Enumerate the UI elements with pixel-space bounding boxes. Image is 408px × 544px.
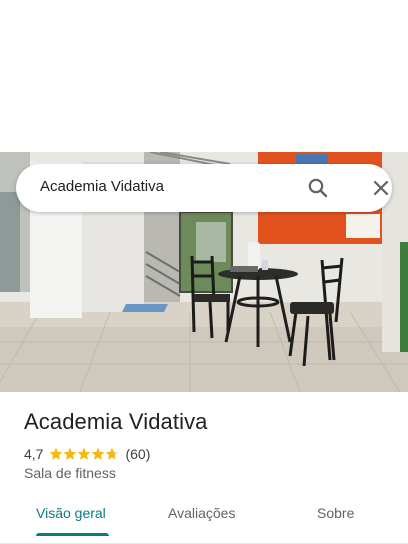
close-icon (373, 180, 389, 196)
search-input[interactable]: Academia Vidativa (40, 178, 164, 195)
search-icon (308, 178, 328, 198)
review-count[interactable]: (60) (125, 446, 150, 462)
place-tabs: Visão geral Avaliações Sobre (0, 496, 408, 544)
star-icon (50, 447, 63, 460)
search-bar[interactable]: Academia Vidativa (16, 164, 392, 212)
star-icon (92, 447, 105, 460)
tab-reviews[interactable]: Avaliações (168, 505, 235, 521)
active-tab-indicator (36, 533, 109, 536)
star-icon (106, 447, 119, 460)
star-icon (78, 447, 91, 460)
map-blank-area (0, 0, 408, 152)
tab-overview[interactable]: Visão geral (36, 505, 106, 521)
close-button[interactable] (369, 176, 393, 200)
rating-row[interactable]: 4,7 (60) (24, 445, 150, 463)
star-icon (64, 447, 77, 460)
search-button[interactable] (306, 176, 330, 200)
rating-value: 4,7 (24, 446, 44, 462)
rating-stars (49, 447, 119, 461)
place-title: Academia Vidativa (24, 409, 208, 434)
place-category: Sala de fitness (24, 465, 116, 481)
tab-about[interactable]: Sobre (317, 505, 354, 521)
